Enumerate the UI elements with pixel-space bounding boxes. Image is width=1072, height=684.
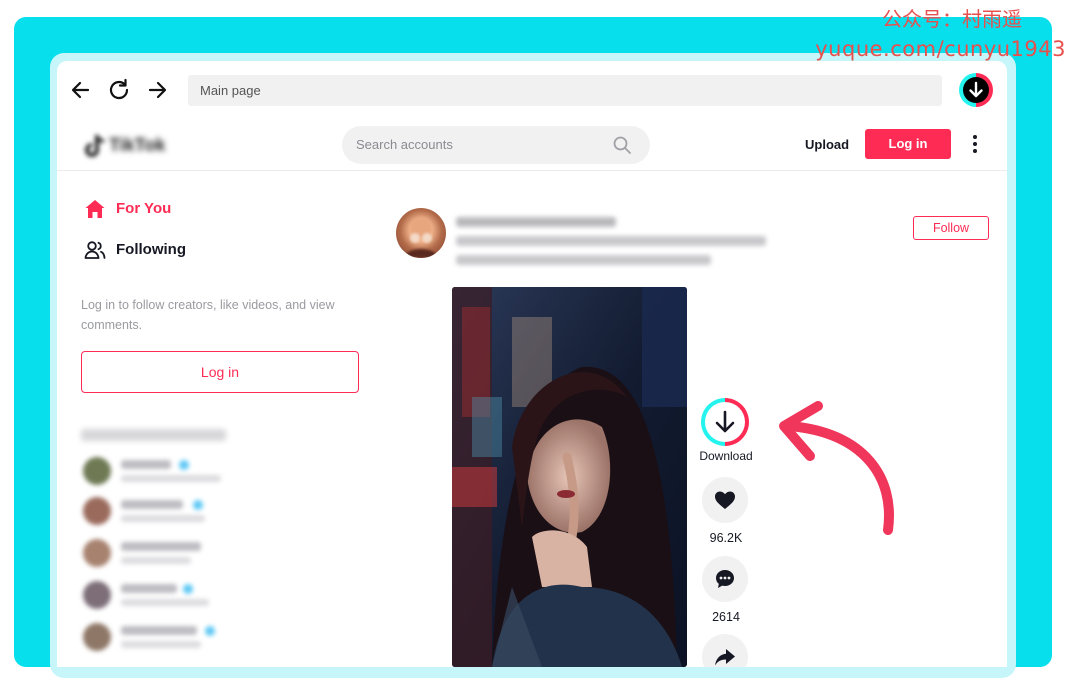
account-handle-placeholder [121, 475, 221, 482]
follow-button[interactable]: Follow [913, 216, 989, 240]
sidebar-item-label: For You [116, 200, 172, 217]
download-label: Download [699, 449, 753, 463]
download-extension-icon[interactable] [959, 73, 993, 107]
watermark: 公众号：村雨遥 yuque.com/cunyu1943 [815, 4, 1066, 64]
account-name-placeholder [121, 584, 177, 593]
logo-wordmark: TikTok [109, 135, 166, 155]
comment-button[interactable] [702, 556, 748, 602]
avatar [83, 457, 111, 485]
sidebar-login-button[interactable]: Log in [81, 351, 359, 393]
verified-icon [205, 626, 215, 636]
heart-icon [715, 491, 735, 509]
like-count: 96.2K [709, 531, 743, 545]
account-handle-placeholder [121, 557, 191, 564]
tiktok-logo[interactable]: TikTok [83, 132, 188, 158]
comment-count: 2614 [712, 610, 740, 624]
avatar [83, 539, 111, 567]
search-placeholder: Search accounts [356, 137, 453, 152]
video-player[interactable] [452, 287, 687, 667]
account-name-placeholder [121, 460, 171, 469]
avatar [83, 497, 111, 525]
suggested-account[interactable] [83, 497, 303, 527]
download-button-inner [705, 402, 745, 442]
suggested-account[interactable] [83, 457, 303, 487]
home-icon [85, 200, 105, 218]
account-name-placeholder [121, 626, 197, 635]
avatar [83, 623, 111, 651]
reload-icon[interactable] [106, 77, 132, 103]
screenshot-stage: 公众号：村雨遥 yuque.com/cunyu1943 Main page Ti… [0, 0, 1072, 684]
share-button[interactable] [702, 634, 748, 667]
browser-toolbar: Main page [57, 61, 1007, 119]
download-button[interactable] [701, 398, 749, 446]
suggested-accounts-heading [81, 429, 226, 441]
avatar [83, 581, 111, 609]
suggested-account[interactable] [83, 623, 303, 653]
arrow-right-icon[interactable] [144, 77, 170, 103]
account-handle-placeholder [121, 641, 201, 648]
browser-window: Main page TikTok Search accounts Upload … [57, 61, 1007, 667]
like-button[interactable] [702, 477, 748, 523]
arrow-left-icon[interactable] [68, 77, 94, 103]
creator-avatar[interactable] [396, 208, 446, 258]
upload-button[interactable]: Upload [805, 137, 849, 152]
search-icon[interactable] [612, 135, 632, 155]
search-input[interactable]: Search accounts [342, 126, 650, 164]
address-bar[interactable]: Main page [188, 75, 942, 106]
comment-icon [716, 570, 734, 588]
login-prompt-text: Log in to follow creators, like videos, … [81, 298, 335, 332]
more-options-icon[interactable] [965, 133, 985, 155]
video-frame [452, 287, 687, 667]
caption-placeholder [456, 236, 766, 246]
arrow-down-icon [969, 81, 983, 98]
users-icon [84, 241, 106, 259]
tiktok-note-icon [85, 135, 105, 157]
extension-icon-inner [963, 77, 989, 103]
header-login-button[interactable]: Log in [865, 129, 951, 159]
watermark-line-2: yuque.com/cunyu1943 [815, 37, 1066, 61]
suggested-account[interactable] [83, 581, 303, 611]
account-handle-placeholder [121, 599, 209, 606]
verified-icon [183, 584, 193, 594]
creator-name-placeholder [456, 217, 616, 227]
verified-icon [193, 500, 203, 510]
account-handle-placeholder [121, 515, 205, 522]
music-info-placeholder [456, 255, 711, 265]
download-icon [715, 410, 735, 433]
suggested-account[interactable] [83, 539, 303, 569]
verified-icon [179, 460, 189, 470]
share-icon [715, 649, 735, 666]
sidebar-item-label: Following [116, 241, 186, 258]
site-header: TikTok Search accounts Upload Log in [57, 119, 1007, 171]
watermark-line-1: 公众号：村雨遥 [882, 7, 1022, 31]
account-name-placeholder [121, 542, 201, 551]
sidebar: For You Following Log in to follow creat… [57, 171, 377, 667]
pointer-arrow-annotation [779, 401, 894, 535]
avatar-image [404, 217, 438, 258]
account-name-placeholder [121, 500, 183, 509]
